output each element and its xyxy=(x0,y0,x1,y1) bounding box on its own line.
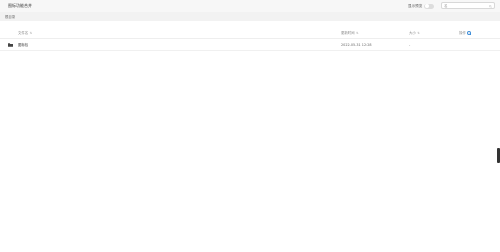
preview-toggle-group: 显示预览 xyxy=(408,3,435,9)
header-divider xyxy=(0,38,500,39)
info-icon[interactable] xyxy=(467,31,472,35)
column-header-name-label: 文件名 xyxy=(18,31,29,35)
file-browser-window: 图标功能合并 显示预览 根目录 文件名 ⇅ 更新时间 ⇅ 大小 ⇅ xyxy=(0,0,500,252)
preview-toggle[interactable] xyxy=(424,3,435,9)
column-header-size[interactable]: 大小 ⇅ xyxy=(409,31,420,35)
column-header-name[interactable]: 文件名 ⇅ xyxy=(18,31,33,35)
modified-time-cell: 2022-05-31 12:28 xyxy=(341,42,372,47)
sort-icon[interactable]: ⇅ xyxy=(356,31,359,35)
app-title: 图标功能合并 xyxy=(8,3,32,8)
search-box[interactable] xyxy=(441,2,495,9)
sort-icon[interactable]: ⇅ xyxy=(30,31,33,35)
column-header-modified-label: 更新时间 xyxy=(341,31,355,35)
column-header-action-label: 操作 xyxy=(459,31,466,35)
sort-icon[interactable]: ⇅ xyxy=(417,31,420,35)
row-divider xyxy=(0,50,500,51)
size-cell: - xyxy=(409,42,411,47)
table-row[interactable]: 图标包 2022-05-31 12:28 - xyxy=(0,40,500,49)
file-name-cell[interactable]: 图标包 xyxy=(18,43,28,47)
table-header: 文件名 ⇅ 更新时间 ⇅ 大小 ⇅ 操作 xyxy=(0,29,500,37)
column-header-action: 操作 xyxy=(459,31,472,35)
preview-toggle-label: 显示预览 xyxy=(408,4,423,8)
toggle-knob xyxy=(424,4,429,8)
top-header: 图标功能合并 显示预览 xyxy=(0,0,500,12)
breadcrumb[interactable]: 根目录 xyxy=(5,15,15,19)
breadcrumb-bar xyxy=(0,12,500,21)
column-header-modified[interactable]: 更新时间 ⇅ xyxy=(341,31,359,35)
search-icon[interactable] xyxy=(489,4,492,8)
folder-icon xyxy=(8,42,13,47)
search-input[interactable] xyxy=(444,3,488,9)
column-header-size-label: 大小 xyxy=(409,31,416,35)
